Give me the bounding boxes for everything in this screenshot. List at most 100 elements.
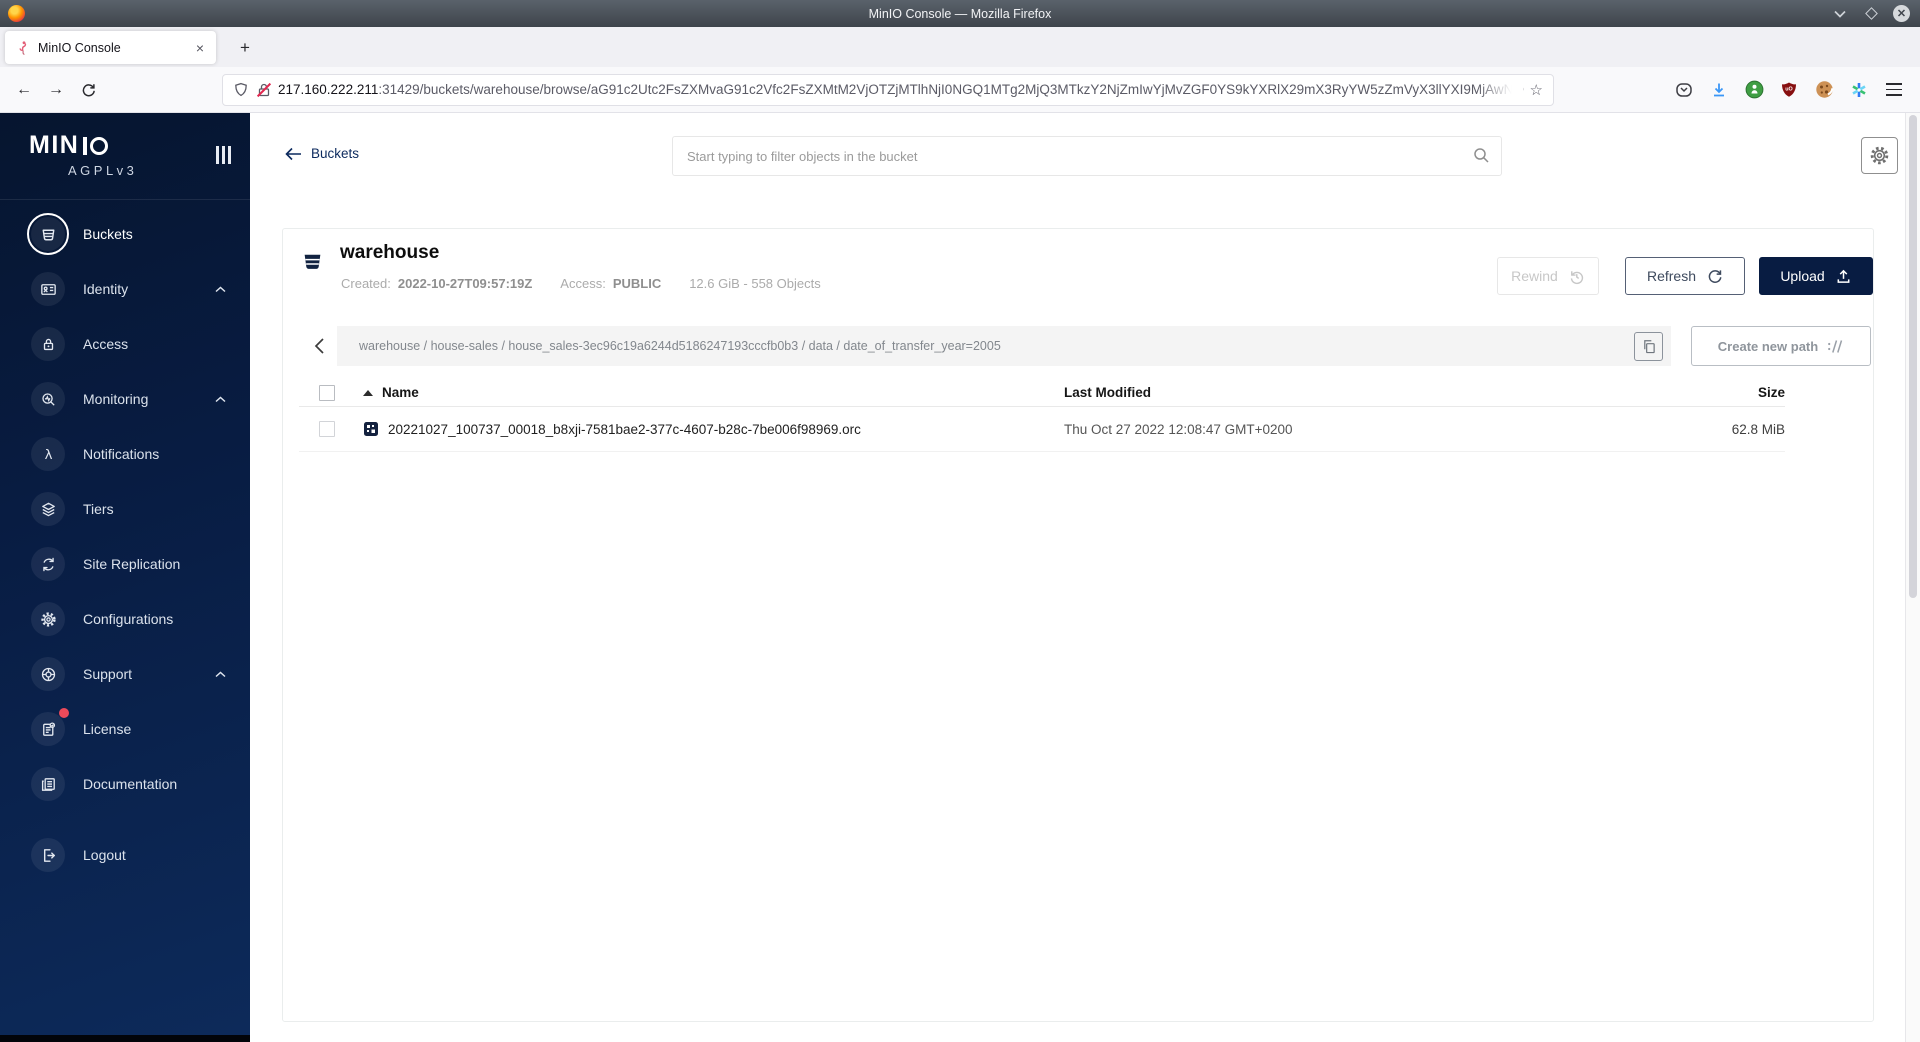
sidebar-item-label: Notifications (83, 446, 160, 462)
cookie-extension-icon[interactable] (1810, 76, 1838, 104)
rewind-icon (1570, 270, 1583, 284)
upload-label: Upload (1780, 268, 1825, 284)
browser-toolbar: ← → 217.160.222.211:31429/buckets/wareho… (0, 67, 1920, 113)
nav-back-icon[interactable]: ← (8, 75, 40, 105)
page-scrollbar[interactable] (1905, 113, 1920, 1042)
url-text: 217.160.222.211:31429/buckets/warehouse/… (278, 82, 1524, 97)
object-size: 62.8 MiB (1731, 421, 1785, 437)
window-maximize-icon[interactable] (1862, 5, 1880, 23)
minio-favicon-icon (19, 41, 27, 55)
browser-tab[interactable]: MinIO Console × (5, 31, 216, 64)
bucket-usage: 12.6 GiB - 558 Objects (689, 276, 821, 291)
url-path: :31429/buckets/warehouse/browse/aG91c2Ut… (378, 82, 1524, 97)
back-to-buckets-link[interactable]: Buckets (285, 146, 359, 161)
sidebar-item-label: Configurations (83, 611, 174, 627)
sidebar-logo-block: MIN AGPLv3 (0, 113, 250, 200)
create-new-path-label: Create new path (1717, 338, 1819, 354)
sidebar-item-access[interactable]: Access (27, 323, 250, 365)
rewind-button[interactable]: Rewind (1497, 257, 1599, 295)
sidebar-item-notifications[interactable]: λ Notifications (27, 433, 250, 475)
minio-console-app: MIN AGPLv3 Buckets Identity Access Monit… (0, 113, 1920, 1042)
objects-table: Name Last Modified Size 20221027_100737_… (299, 379, 1785, 452)
sidebar: MIN AGPLv3 Buckets Identity Access Monit… (0, 113, 250, 1035)
window-minimize-icon[interactable] (1831, 5, 1849, 23)
size-header: Size (1757, 385, 1785, 400)
select-all-checkbox[interactable] (319, 384, 335, 401)
new-tab-button[interactable]: + (232, 35, 258, 61)
svg-text:λ: λ (44, 447, 52, 462)
tab-title: MinIO Console (38, 40, 121, 55)
nav-forward-icon[interactable]: → (40, 75, 72, 105)
extension-privacy-icon[interactable] (1740, 76, 1768, 104)
object-name[interactable]: 20221027_100737_00018_b8xji-7581bae2-377… (388, 422, 861, 437)
sidebar-item-monitoring[interactable]: Monitoring (27, 378, 250, 420)
breadcrumb-bar: warehouse / house-sales / house_sales-3e… (337, 326, 1671, 366)
sidebar-item-label: Buckets (83, 226, 133, 242)
sidebar-item-label: Access (83, 336, 129, 352)
monitoring-icon (31, 382, 65, 416)
sidebar-item-label: Documentation (83, 776, 178, 792)
sidebar-item-documentation[interactable]: Documentation (27, 763, 250, 805)
chevron-up-icon[interactable] (215, 395, 226, 403)
sidebar-item-site-replication[interactable]: Site Replication (27, 543, 250, 585)
sidebar-menu: Buckets Identity Access Monitoring λ Not… (0, 213, 250, 876)
pocket-icon[interactable] (1670, 76, 1698, 104)
settings-gear-button[interactable] (1861, 137, 1898, 174)
tab-close-icon[interactable]: × (194, 40, 206, 56)
sidebar-item-identity[interactable]: Identity (27, 268, 250, 310)
sidebar-collapse-icon[interactable] (216, 146, 231, 164)
objects-table-header: Name Last Modified Size (299, 379, 1785, 407)
sort-ascending-icon (363, 389, 373, 396)
sidebar-item-buckets[interactable]: Buckets (27, 213, 250, 255)
url-bar[interactable]: 217.160.222.211:31429/buckets/warehouse/… (222, 73, 1554, 106)
svg-text:uO: uO (1785, 86, 1793, 92)
bookmark-star-icon[interactable]: ☆ (1530, 81, 1543, 99)
name-header: Name (382, 385, 419, 400)
last-modified-header: Last Modified (1064, 385, 1151, 400)
sidebar-item-license[interactable]: License (27, 708, 250, 750)
chevron-up-icon[interactable] (215, 670, 226, 678)
sidebar-item-label: Identity (83, 281, 129, 297)
gear-icon (1870, 146, 1889, 165)
download-icon[interactable] (1705, 76, 1733, 104)
bucket-browser-panel: warehouse Created: 2022-10-27T09:57:19Z … (282, 228, 1874, 1022)
sidebar-item-label: Logout (83, 847, 126, 863)
nav-reload-icon[interactable] (72, 75, 104, 105)
sidebar-footer (0, 1035, 250, 1042)
copy-path-button[interactable] (1634, 331, 1663, 361)
menu-hamburger-icon[interactable] (1880, 76, 1908, 104)
access-label: Access: (560, 276, 606, 291)
sidebar-item-label: Site Replication (83, 556, 181, 572)
sidebar-item-support[interactable]: Support (27, 653, 250, 695)
bucket-icon (304, 254, 321, 269)
sidebar-item-logout[interactable]: Logout (27, 834, 250, 876)
breadcrumb: warehouse / house-sales / house_sales-3e… (359, 339, 1001, 353)
buckets-icon (31, 217, 65, 251)
chevron-up-icon[interactable] (215, 285, 226, 293)
table-row[interactable]: 20221027_100737_00018_b8xji-7581bae2-377… (299, 407, 1785, 452)
insecure-lock-icon[interactable] (256, 82, 272, 98)
window-close-icon[interactable]: ✕ (1893, 5, 1910, 22)
tracking-shield-icon[interactable] (233, 82, 249, 98)
bucket-actions: Rewind Refresh Upload (1497, 257, 1873, 295)
row-checkbox[interactable] (319, 421, 335, 437)
name-header-cell[interactable]: Name (347, 385, 1064, 400)
license-edition-label: AGPLv3 (68, 163, 138, 178)
scrollbar-thumb[interactable] (1909, 115, 1917, 599)
path-back-button[interactable] (301, 326, 337, 366)
window-controls: ✕ (1831, 0, 1910, 27)
sidebar-item-configurations[interactable]: Configurations (27, 598, 250, 640)
refresh-button[interactable]: Refresh (1625, 257, 1745, 295)
sidebar-item-tiers[interactable]: Tiers (27, 488, 250, 530)
toolbar-extensions: uO (1670, 76, 1912, 104)
upload-button[interactable]: Upload (1759, 257, 1873, 295)
create-new-path-button[interactable]: Create new path (1691, 326, 1871, 366)
search-objects-input[interactable] (672, 136, 1502, 176)
access-value: PUBLIC (612, 276, 662, 291)
access-icon (31, 327, 65, 361)
configurations-icon (31, 602, 65, 636)
ublock-shield-icon[interactable]: uO (1775, 76, 1803, 104)
extension-asterisk-icon[interactable] (1845, 76, 1873, 104)
window-titlebar: MinIO Console — Mozilla Firefox ✕ (0, 0, 1920, 27)
url-host: 217.160.222.211 (278, 82, 379, 97)
